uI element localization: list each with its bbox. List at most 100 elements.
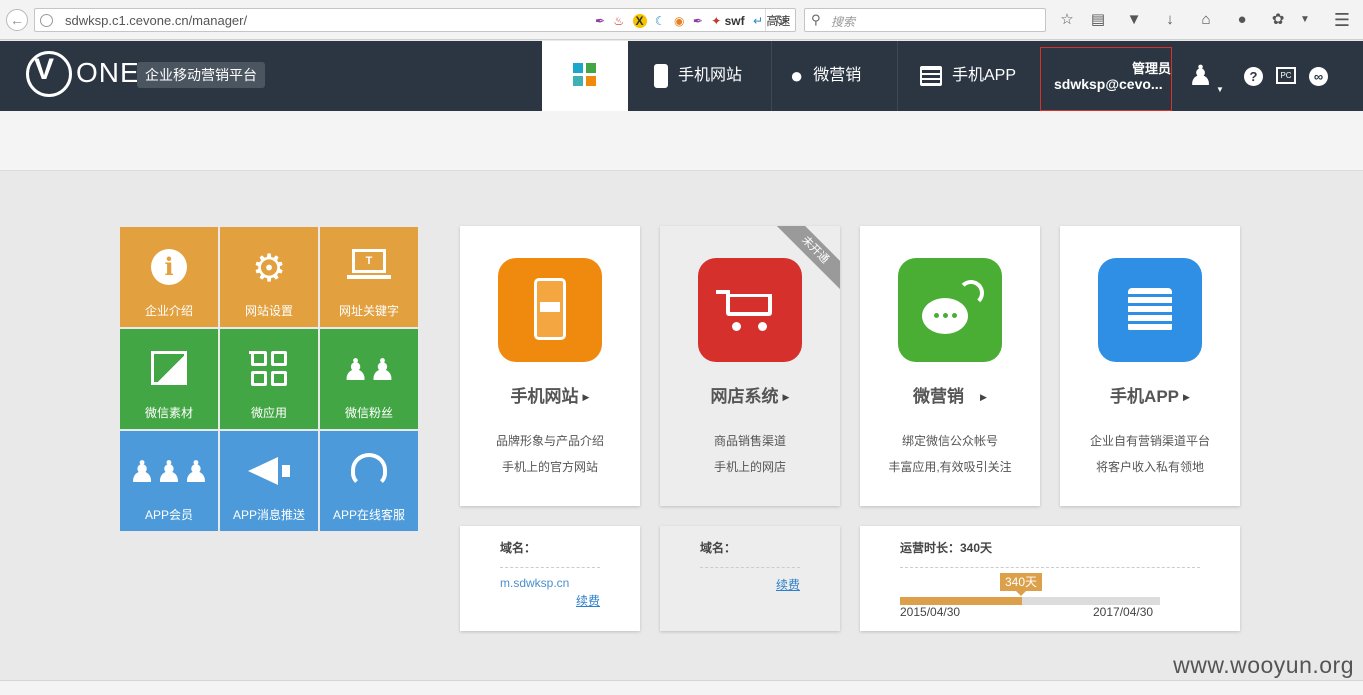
nav-dashboard[interactable] [542, 41, 628, 111]
clipboard-icon[interactable]: ▤ [1088, 10, 1108, 30]
link-icon[interactable]: ∞ [1309, 67, 1328, 86]
card-wechat-marketing[interactable]: 微营销 ▶ 绑定微信公众帐号 丰富应用,有效吸引关注 [860, 226, 1040, 506]
swf-icon[interactable]: ✦ swf [711, 14, 744, 28]
java-icon[interactable]: ♨ [613, 14, 624, 28]
runtime-tooltip: 340天 [1000, 573, 1043, 596]
dashboard-grid-icon [573, 63, 597, 87]
reload-icon[interactable]: ↻ [765, 9, 795, 31]
divider [700, 567, 800, 568]
admin-account[interactable]: 管理员 sdwksp@cevo... [1040, 47, 1172, 111]
download-icon[interactable]: ↓ [1160, 10, 1180, 30]
start-date: 2015/04/30 [900, 605, 961, 619]
headset-icon [320, 453, 418, 493]
divider [900, 567, 1200, 568]
info-runtime: 运营时长：340天 340天 2015/04/30 2017/04/30 [860, 526, 1240, 631]
card-desc-line2: 将客户收入私有领地 [1095, 460, 1204, 474]
tile-app-online-service[interactable]: APP在线客服 [320, 431, 418, 531]
card-desc-line1: 绑定微信公众帐号 [901, 434, 998, 448]
nav-mobile-app[interactable]: 手机APP [898, 41, 1040, 111]
megaphone-icon [220, 453, 318, 493]
chat-icon[interactable]: ● [1232, 10, 1252, 30]
nav-mobile-site[interactable]: 手机网站 [628, 41, 772, 111]
card-desc-line2: 手机上的网店 [713, 460, 786, 474]
user-avatar-icon[interactable]: ♟ [1188, 59, 1213, 92]
tile-app-members[interactable]: ♟♟♟ APP会员 [120, 431, 218, 531]
search-icon: ⚲ [811, 12, 821, 27]
dropdown-icon[interactable]: ▼ [1295, 10, 1315, 30]
renew-link[interactable]: 续费 [776, 576, 800, 593]
quill-icon[interactable]: ✒ [693, 14, 703, 28]
domain-label: 域名： [700, 541, 737, 555]
arrow-right-icon: ▶ [782, 392, 790, 402]
mobile-site-icon [498, 258, 602, 362]
members-icon: ♟♟♟ [128, 456, 210, 489]
menu-icon[interactable]: ☰ [1332, 10, 1352, 30]
pocket-icon[interactable]: ▼ [1124, 10, 1144, 30]
domain-value[interactable]: m.sdwksp.cn [500, 576, 569, 590]
tile-label: 微应用 [250, 406, 287, 420]
globe-icon [40, 14, 53, 27]
divider [500, 567, 600, 568]
tile-label: APP会员 [144, 508, 193, 522]
runtime-progress-bar [900, 597, 1160, 605]
x-extension-icon[interactable]: X [632, 14, 647, 28]
home-icon[interactable]: ⌂ [1196, 10, 1216, 30]
card-mobile-site[interactable]: 手机网站 ▶ 品牌形象与产品介绍 手机上的官方网站 [460, 226, 640, 506]
card-desc-line2: 手机上的官方网站 [501, 460, 598, 474]
runtime-label: 运营时长：340天 [900, 541, 993, 555]
search-field[interactable]: ⚲ 搜索 [804, 8, 1046, 32]
back-button[interactable]: ← [6, 9, 28, 31]
platform-badge: 企业移动营销平台 [137, 62, 265, 88]
sub-header-strip [0, 111, 1363, 171]
feather-icon[interactable]: ✒ [595, 14, 605, 28]
wechat-icon [898, 258, 1002, 362]
arrow-right-icon: ▶ [582, 392, 590, 402]
tile-label: APP消息推送 [232, 508, 305, 522]
renew-link[interactable]: 续费 [576, 592, 600, 609]
tile-label: 网站设置 [244, 304, 293, 318]
card-desc-line1: 品牌形象与产品介绍 [495, 434, 604, 448]
tile-wechat-materials[interactable]: 微信素材 [120, 329, 218, 429]
tile-company-intro[interactable]: i 企业介绍 [120, 227, 218, 327]
caret-down-icon[interactable]: ▼ [1216, 85, 1224, 94]
wechat-icon: ● [790, 63, 804, 88]
app-list-icon [1098, 258, 1202, 362]
nav-wechat-marketing[interactable]: ● 微营销 [772, 41, 898, 111]
moon-icon[interactable]: ☾ [655, 14, 666, 28]
card-title[interactable]: 手机APP ▶ [1060, 382, 1240, 407]
info-icon: i [120, 249, 218, 289]
card-shop-system[interactable]: 未开通 网店系统 ▶ 商品销售渠道 手机上的网店 [660, 226, 840, 506]
nav-label: 手机网站 [678, 67, 743, 84]
shield-ext-icon[interactable]: ◉ [674, 14, 684, 28]
bookmark-star-icon[interactable]: ☆ [1057, 10, 1077, 30]
help-icon[interactable]: ? [1244, 67, 1263, 86]
tile-micro-apps[interactable]: 微应用 [220, 329, 318, 429]
users-icon: ♟♟ [342, 354, 396, 387]
url-text: sdwksp.c1.cevone.cn/manager/ [65, 13, 248, 28]
tile-wechat-fans[interactable]: ♟♟ 微信粉丝 [320, 329, 418, 429]
card-title[interactable]: 手机网站 ▶ [460, 382, 640, 407]
logo-v: V [34, 53, 55, 86]
card-mobile-app[interactable]: 手机APP ▶ 企业自有营销渠道平台 将客户收入私有领地 [1060, 226, 1240, 506]
browser-toolbar: ← sdwksp.c1.cevone.cn/manager/ ✒ ♨ X ☾ ◉… [0, 0, 1363, 40]
address-bar[interactable]: sdwksp.c1.cevone.cn/manager/ ✒ ♨ X ☾ ◉ ✒… [34, 8, 796, 32]
laptop-icon: T [320, 249, 418, 289]
cart-icon [698, 258, 802, 362]
pc-icon[interactable]: PC [1276, 67, 1296, 84]
admin-role: 管理员 [1131, 61, 1171, 76]
arrow-right-icon: ▶ [1183, 392, 1190, 402]
card-desc-line2: 丰富应用,有效吸引关注 [888, 460, 1012, 474]
tile-label: 网址关键字 [338, 304, 399, 318]
app-header: V ONE 企业移动营销平台 手机网站 ● 微营销 手机APP 管理员 sdwks… [0, 41, 1363, 111]
tile-label: 微信素材 [144, 406, 193, 420]
logo-text[interactable]: ONE [76, 57, 140, 89]
phone-icon [654, 63, 668, 88]
arrow-right-icon: ▶ [980, 392, 987, 402]
tile-label: APP在线客服 [332, 508, 405, 522]
card-title[interactable]: 网店系统 ▶ [660, 382, 840, 407]
tile-url-keywords[interactable]: T 网址关键字 [320, 227, 418, 327]
card-title[interactable]: 微营销 ▶ [860, 382, 1040, 407]
tile-app-push[interactable]: APP消息推送 [220, 431, 318, 531]
puzzle-icon[interactable]: ✿ [1268, 10, 1288, 30]
tile-site-settings[interactable]: ⚙ 网站设置 [220, 227, 318, 327]
